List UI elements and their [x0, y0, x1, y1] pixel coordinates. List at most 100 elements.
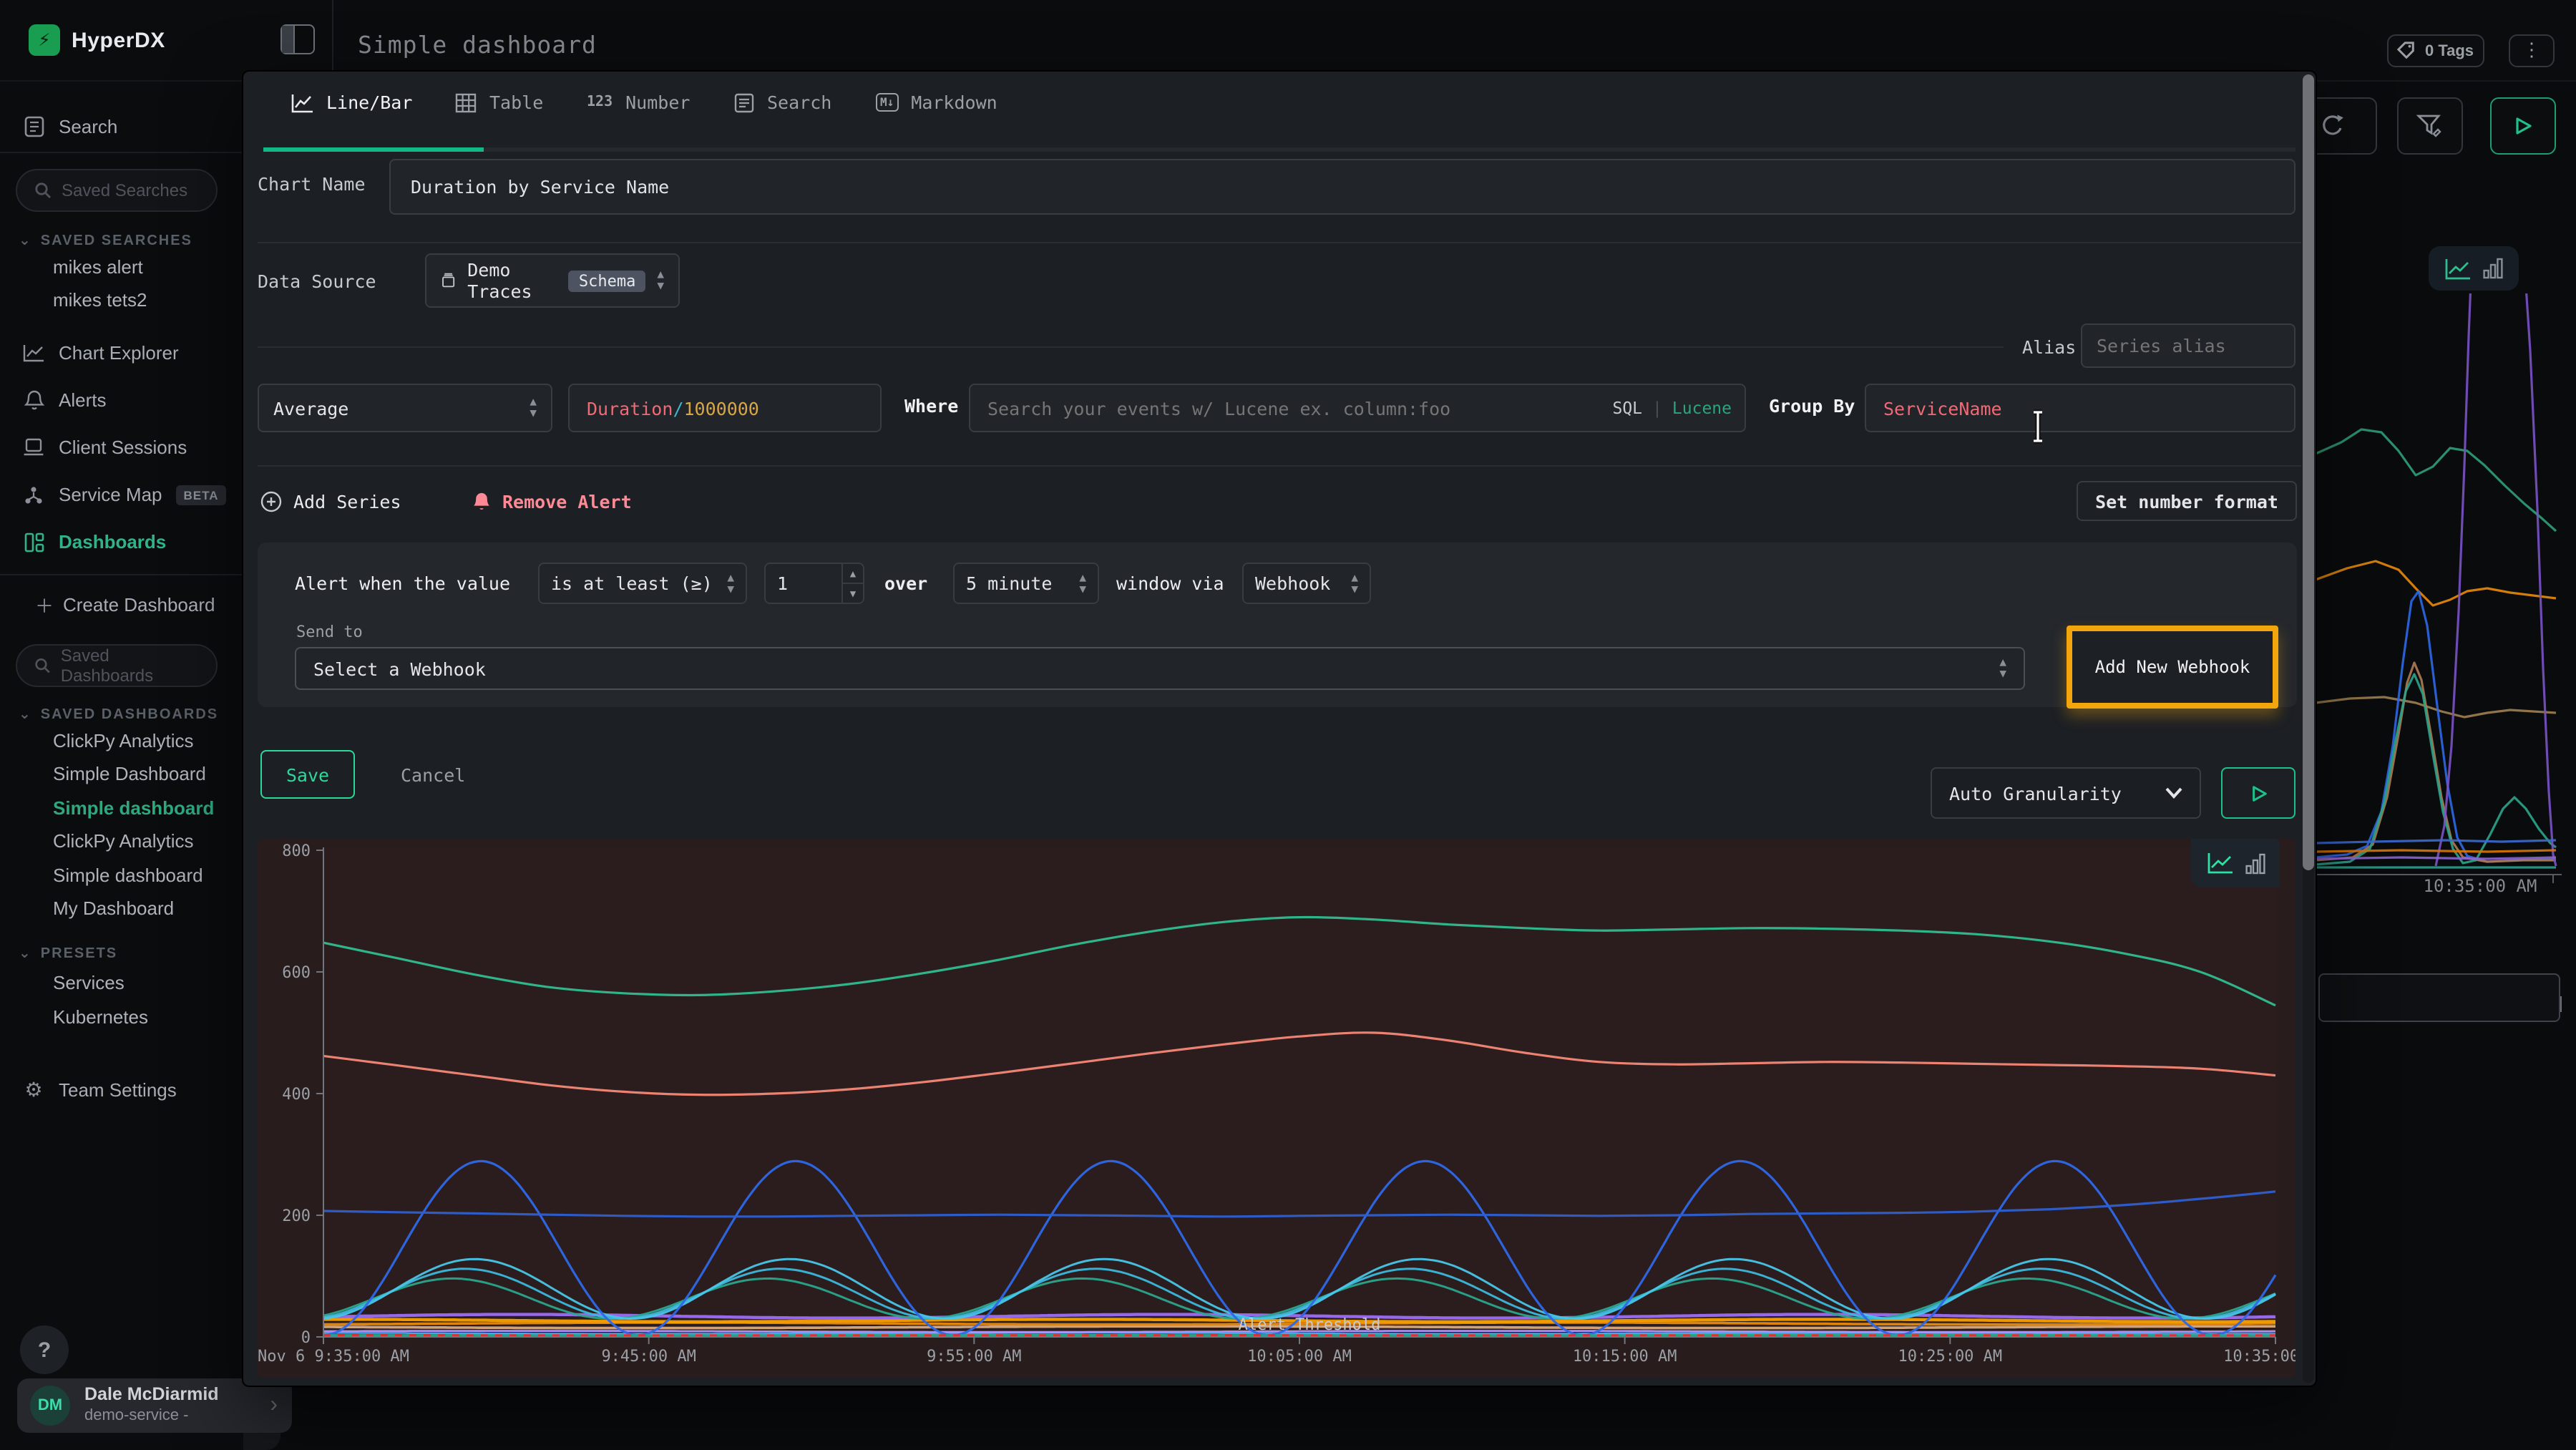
user-meta: Dale McDiarmid demo-service - [84, 1385, 219, 1427]
play-icon [2513, 116, 2533, 136]
chevron-down-icon: ⌄ [19, 707, 32, 723]
save-button[interactable]: Save [260, 750, 355, 799]
background-x-tick: 10:35:00 AM [2376, 876, 2576, 896]
data-source-select[interactable]: Demo Traces Schema ▲▼ [425, 253, 680, 308]
saved-dashboard-item[interactable]: Simple Dashboard [53, 763, 206, 784]
help-button[interactable]: ? [20, 1325, 69, 1374]
svg-text:10:35:00 AM: 10:35:00 AM [2223, 1348, 2296, 1366]
bg-blue-spike [2316, 591, 2556, 862]
granularity-select[interactable]: Auto Granularity [1931, 767, 2201, 819]
number-stepper[interactable]: ▲▼ [841, 564, 863, 603]
user-card[interactable]: DM Dale McDiarmid demo-service - › [17, 1378, 292, 1433]
saved-search-item[interactable]: mikes alert [53, 256, 143, 278]
tab-track [263, 147, 2296, 152]
run-query-button[interactable] [2221, 767, 2296, 819]
markdown-icon: M↓ [876, 93, 898, 112]
remove-alert-button[interactable]: Remove Alert [472, 482, 632, 521]
saved-searches-input[interactable]: Saved Searches [16, 169, 218, 212]
chart-name-input[interactable] [389, 159, 2296, 215]
modal-scrollbar[interactable] [2303, 74, 2314, 1383]
preview-line-chart: Alert Threshold0200400600800Nov 6 9:35:0… [258, 839, 2296, 1378]
kebab-menu-button[interactable]: ⋮ [2509, 34, 2555, 67]
sidebar-item-search[interactable]: Search [0, 116, 117, 137]
beta-badge: BETA [177, 485, 226, 505]
page-title[interactable]: Simple dashboard [358, 31, 597, 59]
chevron-updown-icon: ▲▼ [727, 572, 734, 595]
create-dashboard-button[interactable]: ＋ Create Dashboard [0, 594, 215, 615]
group-by-input[interactable]: ServiceName [1865, 384, 2296, 432]
alert-window-select[interactable]: 5 minute ▲▼ [953, 563, 1099, 604]
sidebar-item-service-map[interactable]: Service Map BETA [0, 484, 226, 505]
webhook-select[interactable]: Select a Webhook ▲▼ [295, 647, 2025, 690]
aggregation-select[interactable]: Average ▲▼ [258, 384, 552, 432]
svg-text:10:05:00 AM: 10:05:00 AM [1247, 1348, 1352, 1366]
preset-item[interactable]: Kubernetes [53, 1006, 148, 1028]
saved-dashboard-item[interactable]: ClickPy Analytics [53, 830, 194, 852]
saved-dashboards-input[interactable]: Saved Dashboards [16, 644, 218, 687]
stepper-down-icon[interactable]: ▼ [843, 583, 863, 603]
bg-purple-spike [2436, 293, 2556, 866]
tab-markdown[interactable]: M↓ Markdown [876, 92, 997, 113]
alert-channel-select[interactable]: Webhook ▲▼ [1242, 563, 1371, 604]
line-chart-icon [2206, 852, 2233, 875]
tags-button[interactable]: 0 Tags [2387, 34, 2484, 67]
bell-icon [472, 491, 491, 512]
saved-dashboard-item[interactable]: ClickPy Analytics [53, 730, 194, 751]
chart-type-toggle[interactable] [2191, 839, 2280, 887]
sidebar-item-team-settings[interactable]: ⚙ Team Settings [0, 1079, 177, 1101]
divider [0, 574, 243, 575]
alert-condition-select[interactable]: is at least (≥) ▲▼ [538, 563, 747, 604]
cancel-button[interactable]: Cancel [386, 750, 479, 799]
alert-threshold-input[interactable]: ▲▼ [764, 563, 864, 604]
dashboards-icon [23, 531, 44, 553]
chevron-updown-icon: ▲▼ [1079, 572, 1086, 595]
saved-searches-section[interactable]: ⌄ SAVED SEARCHES [19, 233, 192, 249]
saved-dashboard-item[interactable]: My Dashboard [53, 897, 174, 919]
svg-text:10:25:00 AM: 10:25:00 AM [1898, 1348, 2002, 1366]
sidebar-item-dashboards[interactable]: Dashboards [0, 531, 166, 553]
number-123-icon: 123 [587, 94, 613, 110]
sidebar-item-client-sessions[interactable]: Client Sessions [0, 437, 187, 458]
background-dashboard-chart [2316, 293, 2573, 895]
stepper-up-icon[interactable]: ▲ [843, 564, 863, 583]
background-chart-type-toggle[interactable] [2429, 246, 2519, 291]
plus-circle-icon [260, 491, 282, 512]
divider [258, 465, 2301, 467]
tab-table[interactable]: Table [455, 92, 543, 113]
chevron-updown-icon: ▲▼ [1351, 572, 1358, 595]
filter-button[interactable] [2397, 97, 2463, 155]
tab-line-bar[interactable]: Line/Bar [291, 92, 412, 113]
group-by-value: ServiceName [1883, 397, 2002, 419]
saved-search-item[interactable]: mikes tets2 [53, 289, 147, 311]
field-expression-input[interactable]: Duration/1000000 [568, 384, 882, 432]
presets-section[interactable]: ⌄ PRESETS [19, 946, 117, 962]
alias-input[interactable] [2081, 323, 2296, 368]
saved-dashboard-item-active[interactable]: Simple dashboard [53, 797, 214, 819]
saved-dashboard-item[interactable]: Simple dashboard [53, 865, 203, 886]
tab-search[interactable]: Search [734, 92, 831, 113]
play-icon [2249, 784, 2268, 802]
top-header: ⚡ HyperDX Simple dashboard 0 Tags ⋮ [0, 0, 2576, 82]
live-play-button[interactable] [2490, 97, 2556, 155]
alias-label: Alias [2022, 336, 2076, 358]
query-language-toggle[interactable]: SQL | Lucene [1612, 384, 1732, 432]
lucene-option[interactable]: Lucene [1672, 398, 1732, 418]
where-input-wrap: SQL | Lucene [969, 384, 1746, 432]
add-new-webhook-button[interactable]: Add New Webhook [2067, 626, 2278, 709]
sql-option[interactable]: SQL [1612, 398, 1642, 418]
sidebar-item-alerts[interactable]: Alerts [0, 389, 106, 411]
tab-number[interactable]: 123 Number [587, 92, 690, 113]
scrollbar-thumb[interactable] [2303, 74, 2314, 870]
service-map-icon [23, 484, 44, 505]
sidebar-item-chart-explorer[interactable]: Chart Explorer [0, 342, 179, 364]
set-number-format-button[interactable]: Set number format [2077, 481, 2297, 521]
divisor-token: 1000000 [684, 397, 759, 419]
edit-chart-modal: Line/Bar Table 123 Number Search M↓ Mark… [243, 72, 2316, 1386]
svg-text:200: 200 [282, 1207, 311, 1225]
background-panel [2318, 973, 2560, 1022]
sidebar-collapse-icon[interactable] [280, 24, 315, 54]
svg-text:400: 400 [282, 1086, 311, 1104]
add-series-button[interactable]: Add Series [260, 482, 401, 521]
saved-dashboards-section[interactable]: ⌄ SAVED DASHBOARDS [19, 707, 218, 723]
preset-item[interactable]: Services [53, 972, 125, 993]
